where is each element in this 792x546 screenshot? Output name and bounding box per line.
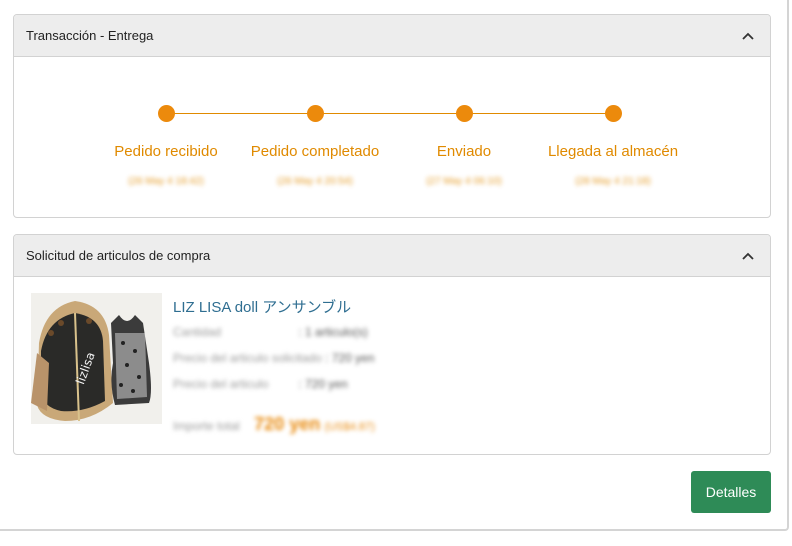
purchase-items-panel-header[interactable]: Solicitud de articulos de compra: [14, 235, 770, 277]
total-value: 720 yen: [254, 414, 321, 434]
total-label: Importe total: [173, 419, 240, 433]
total-row: Importe total 720 yen (US$4.87): [173, 414, 375, 435]
delivery-panel: Transacción - Entrega Pedido recibido (2…: [13, 14, 771, 218]
timeline-dot: [605, 105, 622, 122]
timeline-dot: [456, 105, 473, 122]
timeline-step-date: (27 May 4 06:10): [426, 176, 502, 187]
requested-price-label: Precio del articulo solicitado: [173, 351, 322, 365]
delivery-timeline: Pedido recibido (26 May 4 18:42) Pedido …: [14, 57, 770, 217]
delivery-panel-header[interactable]: Transacción - Entrega: [14, 15, 770, 57]
item-price-row: Precio del articulo : 720 yen: [173, 377, 348, 391]
product-name-link[interactable]: LIZ LISA doll アンサンブル: [173, 296, 351, 317]
timeline-step-date: (28 May 4 21:18): [575, 176, 651, 187]
quantity-label: Cantidad: [173, 325, 222, 339]
timeline-dot: [158, 105, 175, 122]
timeline-step-label: Pedido completado: [250, 143, 380, 160]
timeline-step-date: (26 May 4 20:54): [277, 176, 353, 187]
chevron-up-icon[interactable]: [740, 248, 756, 264]
quantity-row: Cantidad : 1 articulo(s): [173, 325, 368, 339]
timeline-step-label: Pedido recibido: [114, 143, 218, 160]
requested-price-value: : 720 yen: [325, 351, 375, 365]
timeline-dot: [307, 105, 324, 122]
details-button[interactable]: Detalles: [691, 471, 771, 513]
purchase-items-panel: Solicitud de articulos de compra lizlisa: [13, 234, 771, 455]
item-price-label: Precio del articulo: [173, 377, 269, 391]
total-usd-value: (US$4.87): [324, 421, 375, 433]
quantity-value: : 1 articulo(s): [298, 325, 368, 339]
delivery-panel-title: Transacción - Entrega: [26, 28, 154, 43]
product-image[interactable]: lizlisa: [31, 293, 162, 424]
purchase-item: lizlisa LIZ LISA doll アンサンブル Cantidad : …: [14, 277, 770, 454]
requested-price-row: Precio del articulo solicitado : 720 yen: [173, 351, 374, 365]
timeline-step-label: Llegada al almacén: [547, 143, 679, 160]
timeline-step-date: (26 May 4 18:42): [128, 176, 204, 187]
item-price-value: : 720 yen: [298, 377, 348, 391]
timeline-step-label: Enviado: [436, 143, 492, 160]
purchase-items-panel-title: Solicitud de articulos de compra: [26, 248, 211, 263]
timeline-line: [166, 113, 614, 114]
chevron-up-icon[interactable]: [740, 28, 756, 44]
